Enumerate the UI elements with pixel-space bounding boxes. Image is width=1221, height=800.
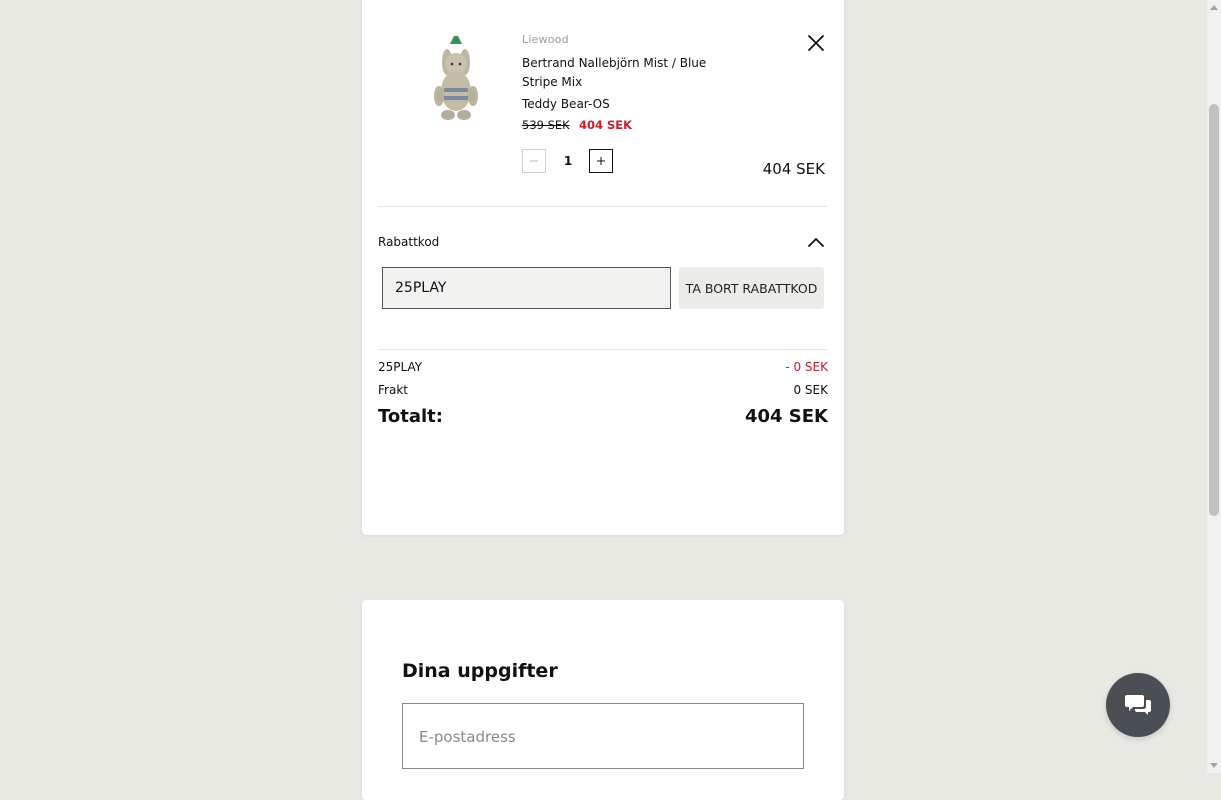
discount-summary-label: 25PLAY xyxy=(378,360,423,374)
remove-discount-button[interactable]: TA BORT RABATTKOD xyxy=(679,267,824,309)
plus-icon xyxy=(597,157,605,165)
arrow-up-icon xyxy=(1210,5,1218,10)
total-value: 404 SEK xyxy=(744,406,828,427)
quantity-value: 1 xyxy=(563,154,573,168)
shipping-value: 0 SEK xyxy=(793,383,828,397)
quantity-decrease-button[interactable] xyxy=(522,149,546,173)
quantity-increase-button[interactable] xyxy=(589,149,613,173)
shipping-label: Frakt xyxy=(378,383,408,397)
line-total: 404 SEK xyxy=(762,160,825,178)
sale-price: 404 SEK xyxy=(579,118,633,132)
discount-code-label[interactable]: Rabattkod xyxy=(378,235,439,249)
details-title: Dina uppgifter xyxy=(402,660,558,682)
product-image[interactable] xyxy=(428,36,482,124)
divider xyxy=(378,349,828,350)
chat-button[interactable] xyxy=(1106,673,1170,737)
minus-icon xyxy=(530,160,538,162)
original-price: 539 SEK xyxy=(522,118,570,132)
discount-code-input[interactable] xyxy=(382,267,671,309)
product-variant: Teddy Bear-OS xyxy=(522,97,610,111)
scrollbar-thumb[interactable] xyxy=(1209,104,1219,516)
total-label: Totalt: xyxy=(378,406,443,427)
chevron-up-icon[interactable] xyxy=(807,235,825,249)
product-brand: Liewood xyxy=(522,33,569,46)
discount-summary-value: - 0 SEK xyxy=(785,360,828,374)
close-icon[interactable] xyxy=(806,33,826,53)
arrow-down-icon xyxy=(1210,763,1218,768)
product-name[interactable]: Bertrand Nallebjörn Mist / Blue Stripe M… xyxy=(522,54,712,92)
scroll-up-button[interactable] xyxy=(1207,0,1221,14)
divider xyxy=(378,206,828,207)
scroll-down-button[interactable] xyxy=(1207,759,1221,773)
email-field[interactable] xyxy=(402,703,804,769)
field-divider xyxy=(402,768,804,769)
customer-details-card xyxy=(362,600,844,800)
chat-bubbles-icon xyxy=(1125,695,1151,715)
